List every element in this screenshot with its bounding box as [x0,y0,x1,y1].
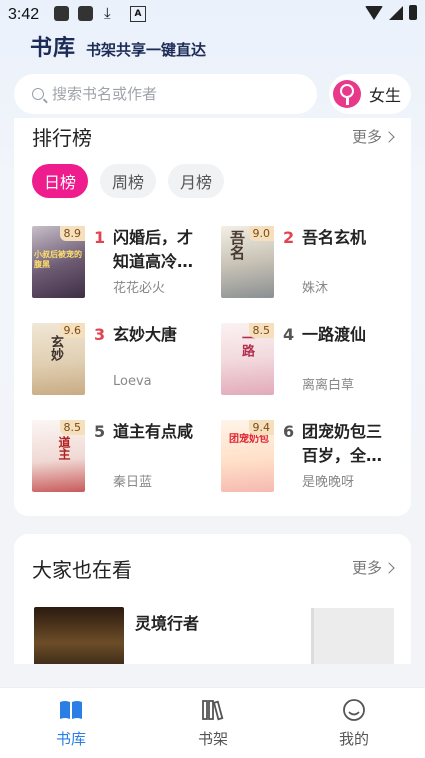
book-score-badge: 9.6 [59,323,85,338]
book-title: 团宠奶包三百岁，全家都是 [302,422,383,465]
chevron-right-icon [383,130,395,143]
nav-label: 书架 [197,729,228,748]
header-brand: 书库 书架共享一键直达 [30,30,206,62]
ranking-book-item[interactable]: 一路 8.5 4 一路渡仙 离离白草 [221,323,406,399]
nav-label: 我的 [338,729,369,748]
more-label: 更多 [351,559,382,577]
signal-icon [389,5,403,20]
search-bar[interactable] [14,74,317,114]
nav-label: 书库 [55,729,86,748]
ranking-more-link[interactable]: 更多 [351,126,395,147]
notification-icon [54,6,69,21]
nav-library[interactable]: 书库 [26,688,116,758]
gender-label: 女生 [369,86,402,105]
ranking-book-item[interactable]: 玄妙 9.6 3 玄妙大唐 Loeva [32,323,217,399]
book-title: 玄妙大唐 [113,325,178,344]
ranking-book-item[interactable]: 道主 8.5 5 道主有点咸 秦日蓝 [32,420,217,496]
tab-weekly[interactable]: 周榜 [100,164,156,198]
ranking-section: 排行榜 更多 日榜 周榜 月榜 小叔后被宠的腹黑 8.9 1 闪婚后，才知道高冷… [14,118,411,516]
status-time: 3:42 [8,6,40,23]
female-icon [333,80,361,108]
page-title: 书库 [30,36,77,61]
book-open-icon [60,700,82,719]
also-watching-more-link[interactable]: 更多 [351,557,395,578]
book-title[interactable]: 灵境行者 [135,610,199,634]
book-score-badge: 9.4 [248,420,274,435]
book-author: 是晚晚呀 [302,475,355,490]
book-rank: 2 [283,228,295,247]
tab-daily[interactable]: 日榜 [32,164,88,198]
battery-icon [409,5,417,20]
search-icon [32,88,44,100]
also-watching-title: 大家也在看 [32,558,132,582]
book-score-badge: 8.9 [59,226,85,241]
cover-art-text: 道主 [57,436,71,460]
page-slogan: 书架共享一键直达 [86,41,207,59]
more-label: 更多 [351,128,382,146]
cover-art-text: 吾名 [228,230,246,260]
gender-switch-button[interactable]: 女生 [329,74,411,114]
book-score-badge: 9.0 [248,226,274,241]
notification-icon [78,6,93,21]
book-rank: 3 [94,325,106,344]
cover-art-text: 玄妙 [48,335,63,361]
book-author: Loeva [113,374,152,389]
search-input[interactable] [50,84,304,104]
download-icon: ⤓ [104,4,111,22]
book-score-badge: 8.5 [248,323,274,338]
nav-profile[interactable]: 我的 [309,688,399,758]
cover-art-text: 小叔后被宠的腹黑 [34,250,82,269]
also-watching-section: 大家也在看 更多 灵境行者 [14,534,411,664]
ranking-book-item[interactable]: 小叔后被宠的腹黑 8.9 1 闪婚后，才知道高冷总裁是 花花必火 [32,226,217,302]
book-author: 姝沐 [302,281,329,296]
tab-monthly[interactable]: 月榜 [168,164,224,198]
book-score-badge: 8.5 [59,420,85,435]
bottom-nav: 书库 书架 我的 [0,687,425,758]
a-icon: A [130,6,146,22]
book-author: 花花必火 [113,281,166,296]
ranking-tabs: 日榜 周榜 月榜 [32,164,224,198]
book-title: 一路渡仙 [302,325,367,344]
cover-art-text: 团宠奶包 [229,434,269,445]
status-bar: 3:42 ⤓ A [0,0,425,30]
book-rank: 4 [283,325,295,344]
ranking-title: 排行榜 [32,126,92,150]
book-title: 吾名玄机 [302,228,367,247]
bookshelf-icon [202,699,224,720]
book-author: 离离白草 [302,378,355,393]
book-rank: 5 [94,422,106,441]
book-rank: 1 [94,228,106,247]
book-title: 闪婚后，才知道高冷总裁是 [113,228,194,271]
book-rank: 6 [283,422,295,441]
book-title: 道主有点咸 [113,422,194,441]
book-cover[interactable] [34,607,124,664]
ranking-book-item[interactable]: 团宠奶包 9.4 6 团宠奶包三百岁，全家都是 是晚晚呀 [221,420,406,496]
placeholder-cover [311,608,394,664]
wifi-icon [365,5,383,20]
nav-bookshelf[interactable]: 书架 [168,688,258,758]
chevron-right-icon [383,561,395,574]
ranking-book-item[interactable]: 吾名 9.0 2 吾名玄机 姝沐 [221,226,406,302]
book-author: 秦日蓝 [113,475,153,490]
smiley-face-icon [343,698,365,721]
